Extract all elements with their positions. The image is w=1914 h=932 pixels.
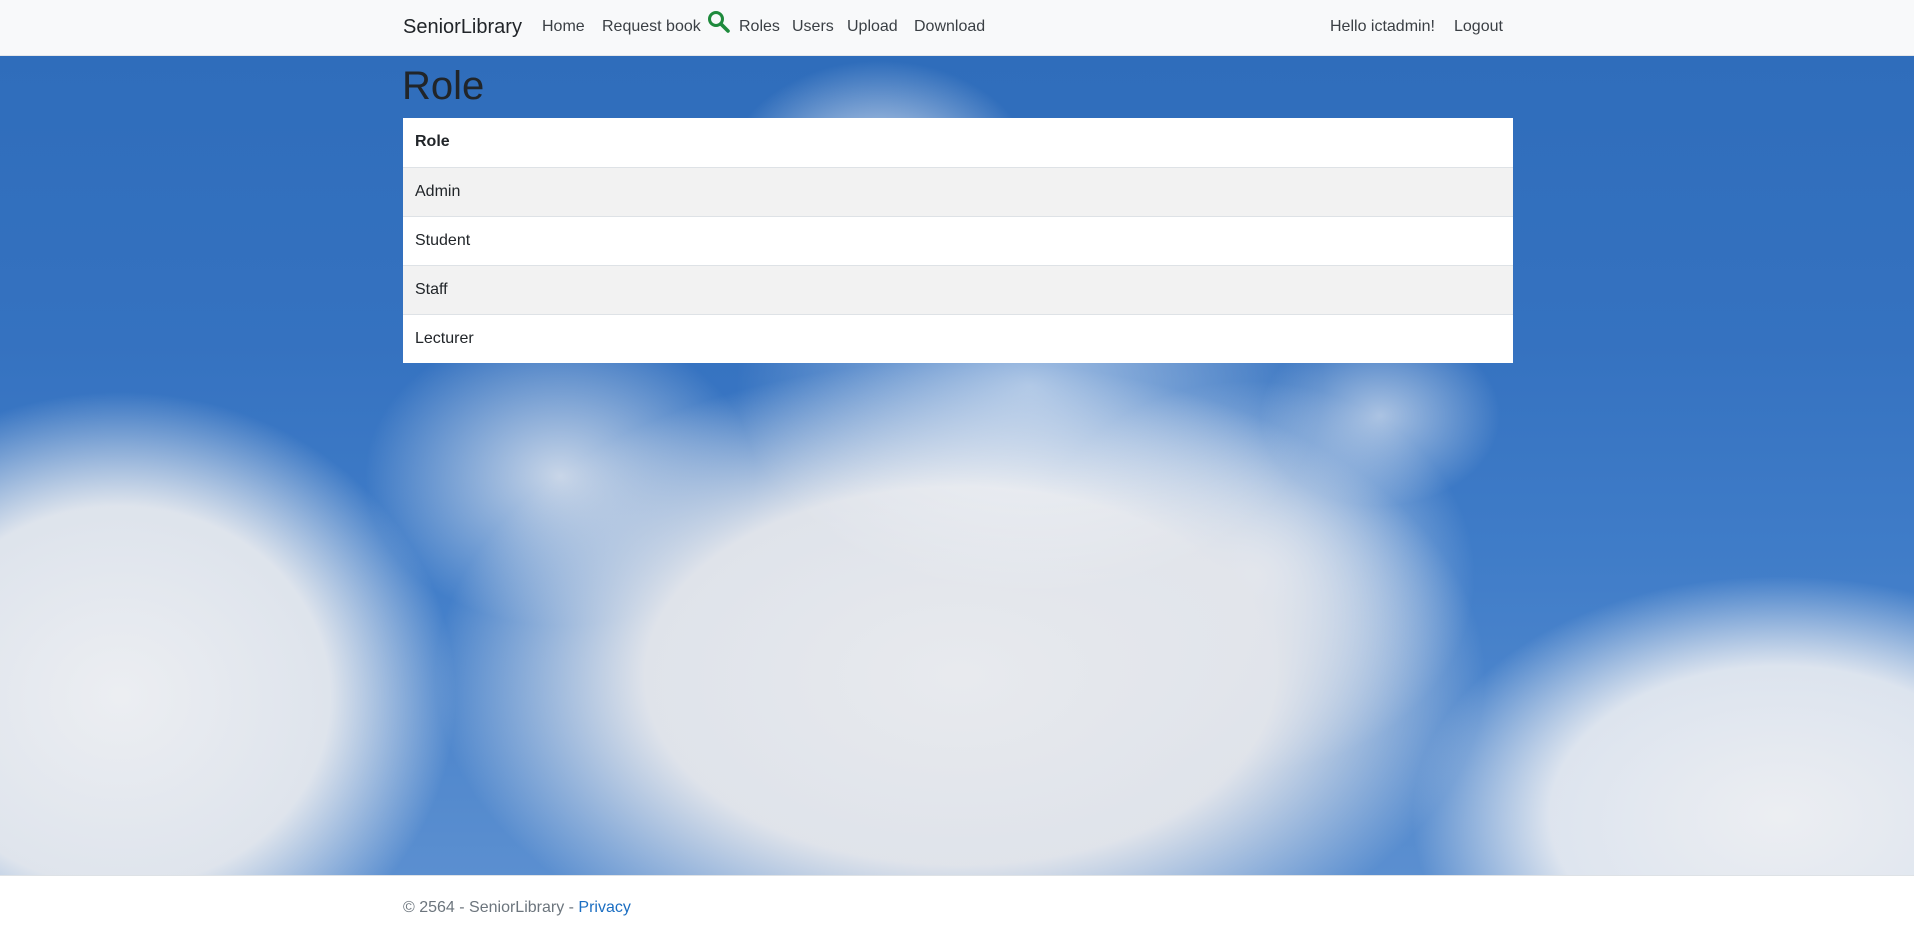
table-header-row: Role bbox=[403, 118, 1513, 168]
nav-upload[interactable]: Upload bbox=[847, 17, 898, 37]
table-row: Lecturer bbox=[403, 313, 1513, 363]
table-cell-role: Admin bbox=[403, 166, 1513, 216]
nav-request-book[interactable]: Request book bbox=[602, 17, 701, 37]
privacy-link[interactable]: Privacy bbox=[578, 899, 630, 916]
table-row: Admin bbox=[403, 166, 1513, 216]
user-greeting[interactable]: Hello ictadmin! bbox=[1330, 17, 1435, 37]
nav-download[interactable]: Download bbox=[914, 17, 985, 37]
table-cell-role: Lecturer bbox=[403, 313, 1513, 363]
footer-copyright: © 2564 - SeniorLibrary - bbox=[403, 899, 579, 916]
search-icon[interactable] bbox=[706, 9, 732, 35]
footer: © 2564 - SeniorLibrary - Privacy bbox=[0, 875, 1914, 932]
nav-users[interactable]: Users bbox=[792, 17, 834, 37]
nav-roles[interactable]: Roles bbox=[739, 17, 780, 37]
roles-table: Role Admin Student Staff Lecturer bbox=[403, 118, 1513, 363]
table-row: Student bbox=[403, 215, 1513, 265]
table-cell-role: Staff bbox=[403, 264, 1513, 314]
table-row: Staff bbox=[403, 264, 1513, 314]
brand-link[interactable]: SeniorLibrary bbox=[403, 15, 522, 39]
top-navbar: SeniorLibrary Home Request book Roles Us… bbox=[0, 0, 1914, 56]
column-header-role: Role bbox=[403, 118, 1513, 168]
footer-text: © 2564 - SeniorLibrary - Privacy bbox=[403, 898, 631, 918]
logout-button[interactable]: Logout bbox=[1454, 17, 1503, 37]
page-title: Role bbox=[402, 64, 485, 108]
table-cell-role: Student bbox=[403, 215, 1513, 265]
nav-home[interactable]: Home bbox=[542, 17, 585, 37]
